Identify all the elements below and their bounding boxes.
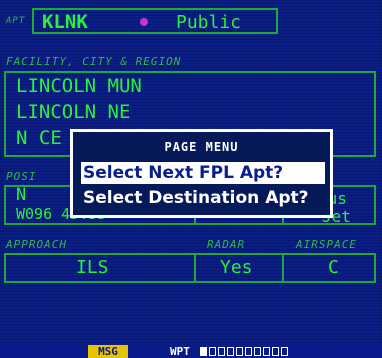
approach-divider-1 [194, 255, 196, 281]
page-group-label: WPT [170, 345, 190, 358]
facility-name: LINCOLN MUN [16, 75, 142, 97]
approach-value: ILS [76, 257, 109, 278]
position-label: POSI [6, 170, 37, 183]
page-indicator-segment [200, 347, 207, 356]
page-menu-popup: PAGE MENU Select Next FPL Apt? Select De… [70, 129, 333, 218]
facility-city: LINCOLN NE [16, 101, 131, 123]
airport-identifier: KLNK [42, 11, 88, 33]
page-indicator-segment [254, 347, 261, 356]
page-menu-title: PAGE MENU [164, 140, 239, 154]
approach-divider-2 [282, 255, 284, 281]
airport-symbol-icon [140, 18, 148, 26]
page-indicator-segment [209, 347, 216, 356]
page-indicator-segment [272, 347, 279, 356]
airspace-label: AIRSPACE [296, 238, 357, 251]
msg-annunciator[interactable]: MSG [88, 345, 128, 358]
page-indicator-segment [227, 347, 234, 356]
page-indicator-segment [218, 347, 225, 356]
menu-item-select-destination-apt[interactable]: Select Destination Apt? [83, 187, 309, 209]
airport-identifier-field[interactable]: KLNK Public [32, 8, 278, 34]
page-indicator-segment [281, 347, 288, 356]
apt-label: APT [6, 16, 26, 26]
airport-type: Public [176, 12, 242, 33]
approach-box: ILS Yes C [4, 253, 376, 283]
status-bar [0, 345, 382, 358]
airspace-value: C [328, 257, 339, 278]
facility-label: FACILITY, CITY & REGION [6, 55, 182, 68]
radar-label: RADAR [207, 238, 246, 251]
page-indicator-segment [263, 347, 270, 356]
page-indicator-segment [245, 347, 252, 356]
page-indicator-segment [236, 347, 243, 356]
radar-value: Yes [220, 257, 253, 278]
approach-label: APPROACH [6, 238, 67, 251]
facility-region: N CE [16, 127, 62, 149]
menu-item-select-next-fpl-apt[interactable]: Select Next FPL Apt? [81, 162, 325, 184]
position-latitude: N [16, 185, 27, 205]
